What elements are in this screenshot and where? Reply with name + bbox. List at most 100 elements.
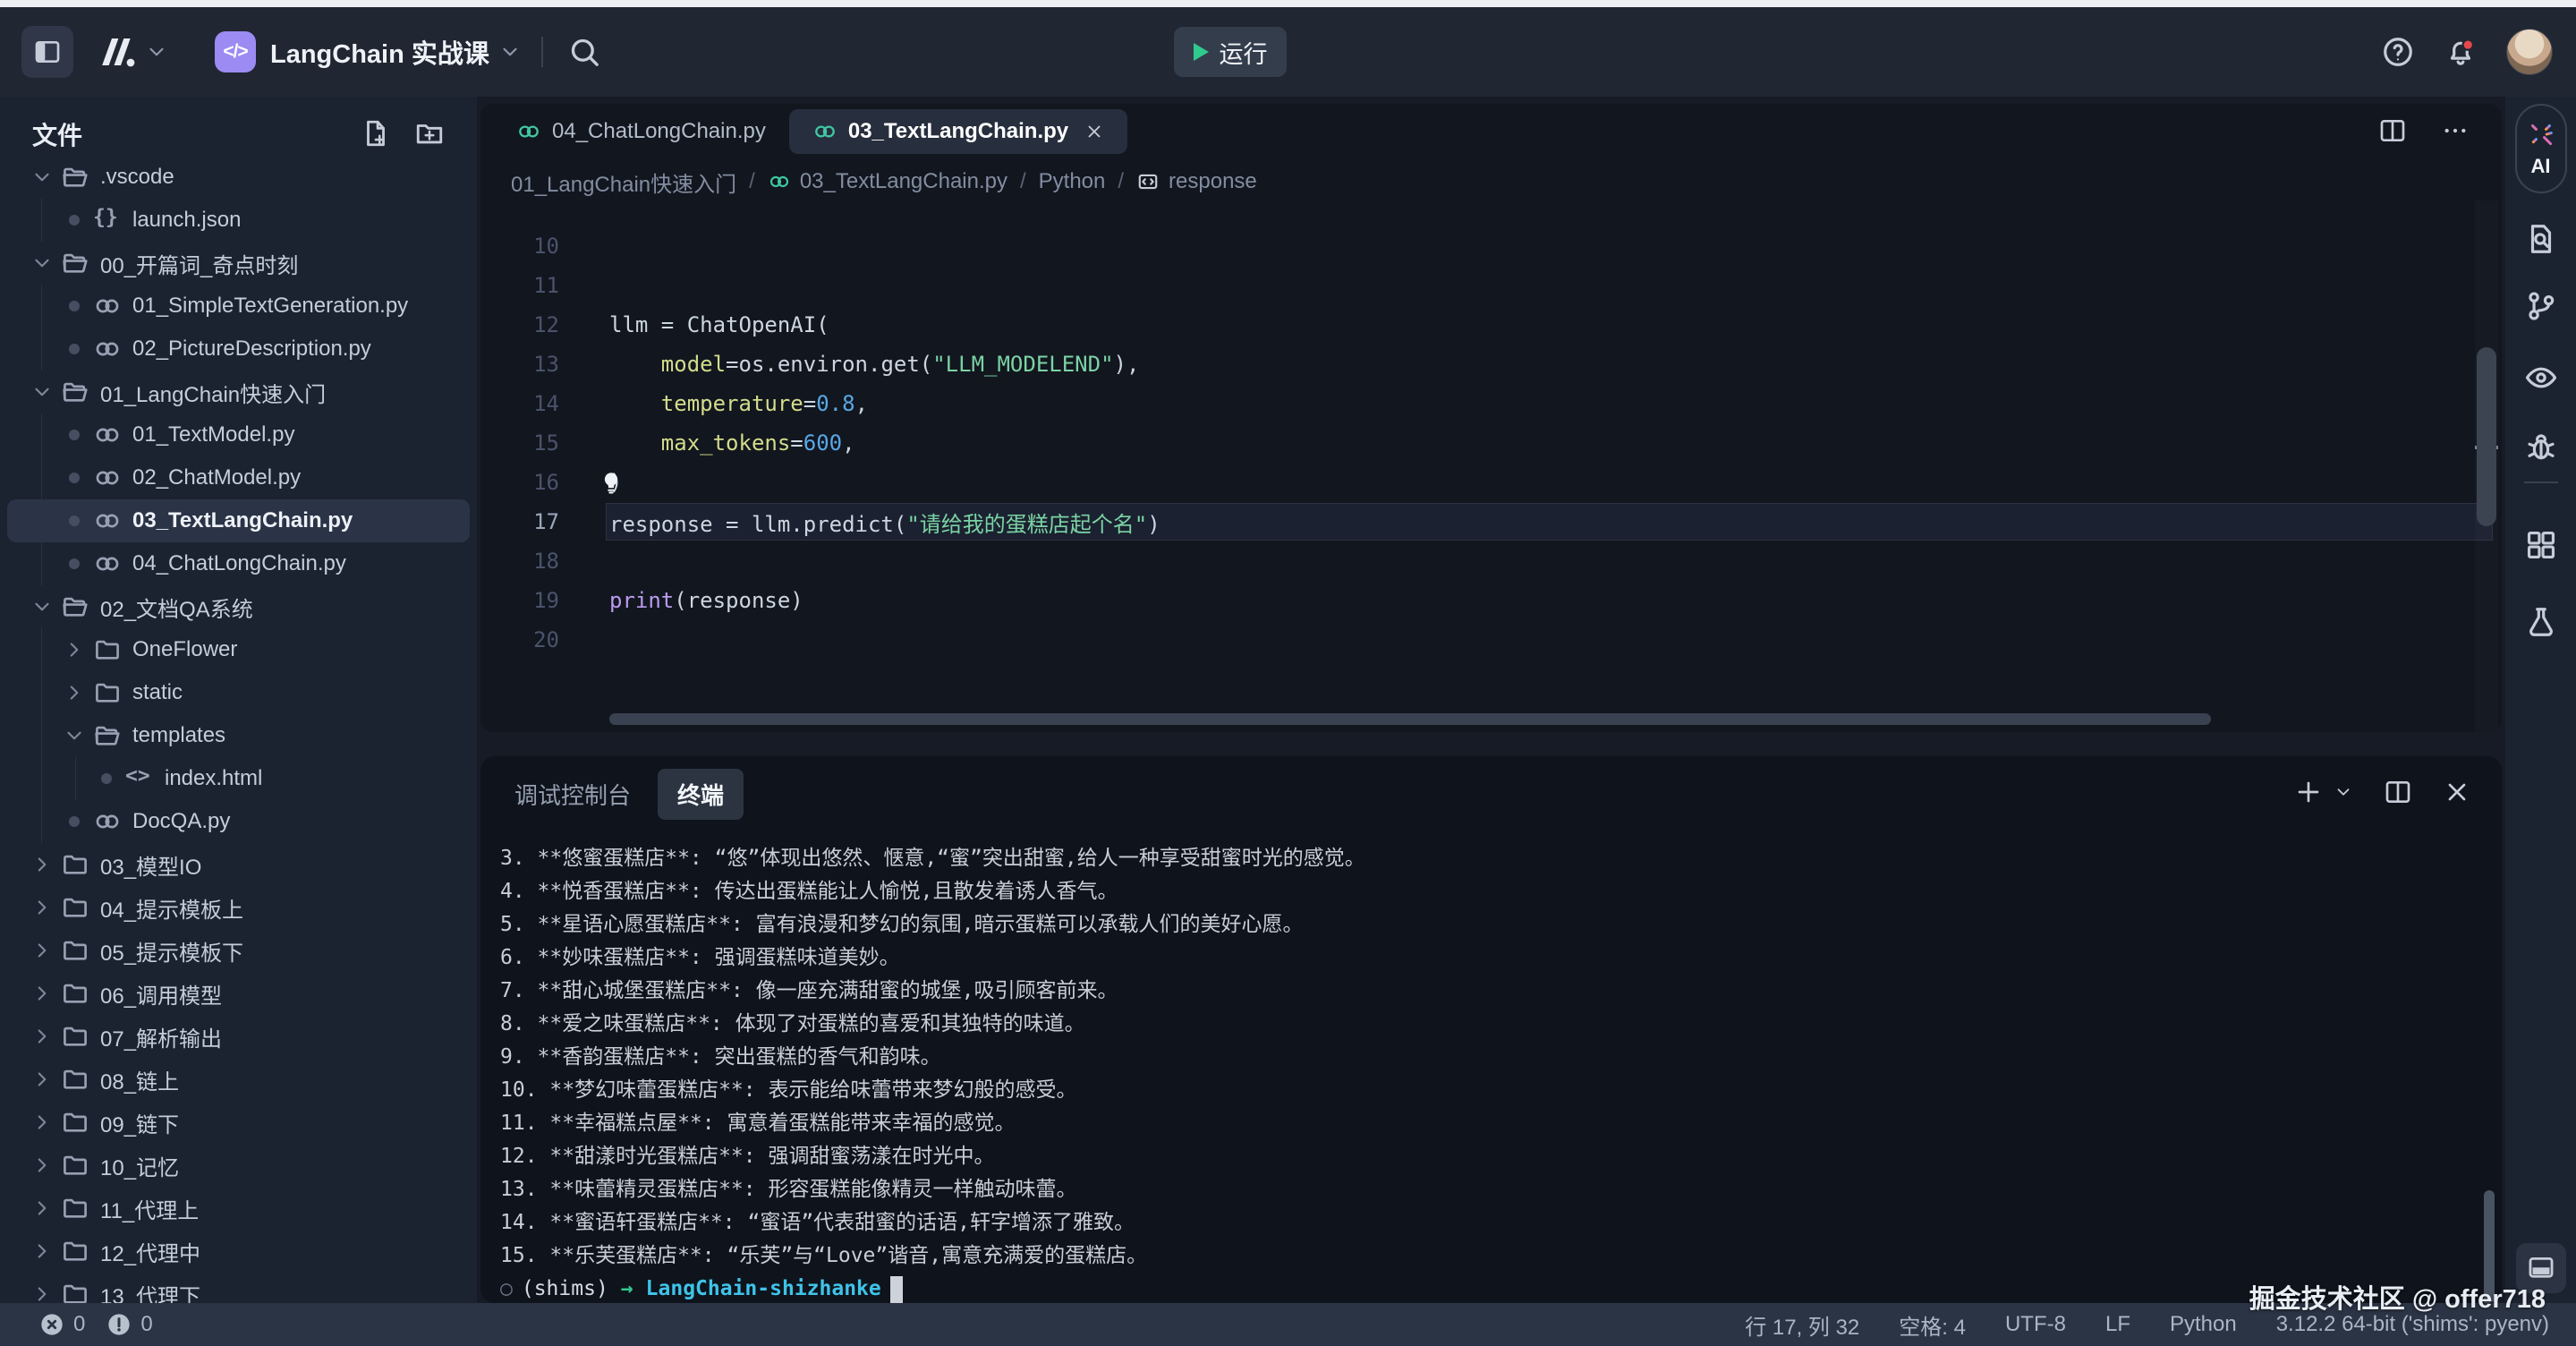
horizontal-scrollbar[interactable] bbox=[609, 713, 2211, 725]
warnings-icon[interactable] bbox=[106, 1312, 132, 1337]
errors-count[interactable]: 0 bbox=[73, 1312, 85, 1337]
tree-item-06_调用模型[interactable]: 06_调用模型 bbox=[0, 972, 477, 1015]
prompt-directory: LangChain-shizhanke bbox=[646, 1273, 881, 1303]
warnings-count[interactable]: 0 bbox=[140, 1312, 152, 1337]
breadcrumb-item-01_LangChain快速入门[interactable]: 01_LangChain快速入门 bbox=[511, 166, 736, 198]
status-cursor-position[interactable]: 行 17, 列 32 bbox=[1745, 1309, 1859, 1341]
run-button[interactable]: 运行 bbox=[1174, 27, 1287, 77]
terminal-line: 14. **蜜语轩蛋糕店**: “蜜语”代表甜蜜的话语,轩字增添了雅致。 bbox=[500, 1206, 2461, 1240]
tree-item-09_链下[interactable]: 09_链下 bbox=[0, 1101, 477, 1144]
tree-item-label: 13_代理下 bbox=[100, 1279, 200, 1304]
chevron-right-icon bbox=[30, 939, 54, 962]
status-indentation[interactable]: 空格: 4 bbox=[1899, 1309, 1966, 1341]
tree-item-13_代理下[interactable]: 13_代理下 bbox=[0, 1273, 477, 1303]
tree-item-03_模型IO[interactable]: 03_模型IO bbox=[0, 843, 477, 886]
tree-item-label: index.html bbox=[165, 766, 262, 791]
prompt-venv: (shims) bbox=[522, 1273, 608, 1303]
project-chevron-down-icon[interactable] bbox=[498, 40, 522, 64]
activity-bug-button[interactable] bbox=[2524, 430, 2558, 468]
ai-assistant-button[interactable]: AI bbox=[2515, 104, 2567, 193]
editor-tab-03_TextLangChain.py[interactable]: 03_TextLangChain.py bbox=[789, 109, 1127, 154]
terminal-cursor bbox=[890, 1276, 903, 1303]
notifications-bell-icon[interactable] bbox=[2444, 35, 2478, 69]
breadcrumb-item-03_TextLangChain.py[interactable]: 03_TextLangChain.py bbox=[768, 169, 1007, 194]
line-number: 20 bbox=[480, 627, 559, 652]
tree-item-launch.json[interactable]: {}launch.json bbox=[0, 199, 477, 242]
terminal-dropdown-chevron-icon[interactable] bbox=[2334, 782, 2353, 802]
more-actions-icon[interactable] bbox=[2441, 116, 2470, 145]
file-status-dot bbox=[69, 473, 80, 483]
python-file-icon bbox=[93, 464, 122, 492]
activity-file-search-button[interactable] bbox=[2524, 222, 2558, 260]
tab-label: 03_TextLangChain.py bbox=[848, 119, 1068, 144]
tree-item-02_文档QA系统[interactable]: 02_文档QA系统 bbox=[0, 585, 477, 628]
status-language-mode[interactable]: Python bbox=[2170, 1312, 2237, 1337]
tree-item-02_ChatModel.py[interactable]: 02_ChatModel.py bbox=[0, 456, 477, 499]
tree-item-05_提示模板下[interactable]: 05_提示模板下 bbox=[0, 929, 477, 972]
tree-item-OneFlower[interactable]: OneFlower bbox=[0, 628, 477, 671]
tree-item-07_解析输出[interactable]: 07_解析输出 bbox=[0, 1015, 477, 1058]
tree-item-01_LangChain快速入门[interactable]: 01_LangChain快速入门 bbox=[0, 371, 477, 413]
tree-item-DocQA.py[interactable]: DocQA.py bbox=[0, 800, 477, 843]
breadcrumb: 01_LangChain快速入门/03_TextLangChain.py/Pyt… bbox=[511, 163, 1257, 200]
tree-item-03_TextLangChain.py[interactable]: 03_TextLangChain.py bbox=[7, 499, 470, 542]
project-name[interactable]: LangChain 实战课 bbox=[270, 33, 489, 71]
tree-item-10_记忆[interactable]: 10_记忆 bbox=[0, 1144, 477, 1187]
tree-item-01_SimpleTextGeneration.py[interactable]: 01_SimpleTextGeneration.py bbox=[0, 285, 477, 328]
chevron-right-icon bbox=[30, 896, 54, 919]
vertical-scrollbar-thumb[interactable] bbox=[2477, 347, 2496, 526]
help-icon[interactable] bbox=[2381, 35, 2415, 69]
line-number: 16 bbox=[480, 470, 559, 495]
tree-item-01_TextModel.py[interactable]: 01_TextModel.py bbox=[0, 413, 477, 456]
search-icon[interactable] bbox=[566, 34, 602, 70]
breadcrumb-label: response bbox=[1169, 169, 1257, 194]
new-terminal-icon[interactable] bbox=[2294, 778, 2323, 806]
activity-flask-button[interactable] bbox=[2524, 605, 2558, 643]
tree-item-label: 12_代理中 bbox=[100, 1236, 200, 1267]
terminal-output[interactable]: 3. **悠蜜蛋糕店**: “悠”体现出悠然、惬意,“蜜”突出甜蜜,给人一种享受… bbox=[500, 842, 2461, 1303]
activity-grid-button[interactable] bbox=[2524, 528, 2558, 567]
topbar-divider bbox=[541, 37, 543, 67]
avatar[interactable] bbox=[2506, 29, 2553, 75]
tree-item-templates[interactable]: templates bbox=[0, 714, 477, 757]
tree-item-04_ChatLongChain.py[interactable]: 04_ChatLongChain.py bbox=[0, 542, 477, 585]
status-python-interpreter[interactable]: 3.12.2 64-bit ('shims': pyenv) bbox=[2276, 1312, 2549, 1337]
line-number: 19 bbox=[480, 588, 559, 613]
tree-item-12_代理中[interactable]: 12_代理中 bbox=[0, 1230, 477, 1273]
chevron-down-icon[interactable] bbox=[145, 40, 168, 64]
status-bar: 0 0 行 17, 列 32 空格: 4 UTF-8 LF Python 3.12.2 6… bbox=[0, 1303, 2576, 1346]
new-file-icon[interactable] bbox=[361, 118, 391, 149]
tree-item-00_开篇词_奇点时刻[interactable]: 00_开篇词_奇点时刻 bbox=[0, 242, 477, 285]
split-editor-icon[interactable] bbox=[2378, 116, 2407, 145]
code-text: max_tokens=600, bbox=[609, 430, 855, 456]
split-terminal-icon[interactable] bbox=[2384, 778, 2412, 806]
activity-eye-button[interactable] bbox=[2524, 361, 2558, 399]
code-lines: 101112llm = ChatOpenAI(13 model=os.envir… bbox=[480, 226, 2502, 660]
status-eol[interactable]: LF bbox=[2105, 1312, 2130, 1337]
tree-item-08_链上[interactable]: 08_链上 bbox=[0, 1058, 477, 1101]
code-editor[interactable]: 101112llm = ChatOpenAI(13 model=os.envir… bbox=[480, 200, 2502, 732]
editor-tab-04_ChatLongChain.py[interactable]: 04_ChatLongChain.py bbox=[493, 109, 789, 154]
tree-item-.vscode[interactable]: .vscode bbox=[0, 156, 477, 199]
breadcrumb-item-Python[interactable]: Python bbox=[1039, 169, 1106, 194]
play-icon bbox=[1194, 43, 1209, 61]
tree-item-static[interactable]: static bbox=[0, 671, 477, 714]
breadcrumb-item-response[interactable]: response bbox=[1136, 169, 1257, 194]
panel-tab-调试控制台[interactable]: 调试控制台 bbox=[511, 769, 634, 820]
chevron-right-icon bbox=[30, 982, 54, 1005]
new-folder-icon[interactable] bbox=[414, 118, 445, 149]
tree-item-index.html[interactable]: <>index.html bbox=[0, 757, 477, 800]
sidebar-toggle-button[interactable] bbox=[21, 26, 73, 78]
chevron-right-icon bbox=[30, 1197, 54, 1220]
tree-item-04_提示模板上[interactable]: 04_提示模板上 bbox=[0, 886, 477, 929]
tree-item-02_PictureDescription.py[interactable]: 02_PictureDescription.py bbox=[0, 328, 477, 371]
panel-tab-终端[interactable]: 终端 bbox=[658, 769, 744, 820]
tree-item-11_代理上[interactable]: 11_代理上 bbox=[0, 1187, 477, 1230]
activity-git-branch-button[interactable] bbox=[2524, 289, 2558, 328]
grid-icon bbox=[2524, 528, 2558, 562]
close-panel-icon[interactable] bbox=[2443, 778, 2471, 806]
status-encoding[interactable]: UTF-8 bbox=[2005, 1312, 2066, 1337]
errors-icon[interactable] bbox=[39, 1312, 64, 1337]
line-number: 10 bbox=[480, 234, 559, 259]
chevron-right-icon bbox=[63, 681, 86, 704]
